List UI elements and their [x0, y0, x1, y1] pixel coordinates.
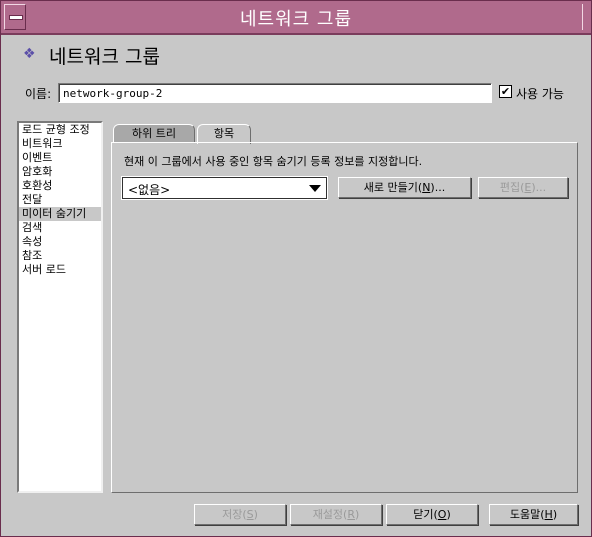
close-button-suffix: ) — [446, 508, 451, 521]
select-value: <없음> — [128, 183, 171, 197]
title-bar[interactable]: 네트워크 그룹 — [1, 1, 591, 35]
reset-button-label: 재설정( — [312, 508, 348, 521]
titlebar-edge — [582, 4, 583, 30]
list-item[interactable]: 호환성 — [19, 179, 101, 193]
list-item[interactable]: 이벤트 — [19, 151, 101, 165]
list-item[interactable]: 서버 로드 — [19, 263, 101, 277]
help-button[interactable]: 도움말(H) — [489, 504, 578, 525]
page-title: 네트워크 그룹 — [49, 46, 160, 68]
list-item[interactable]: 전달 — [19, 193, 101, 207]
panel-description: 현재 이 그룹에서 사용 중인 항목 숨기기 등록 정보를 지정합니다. — [124, 155, 423, 168]
close-button[interactable]: 닫기(O) — [386, 504, 478, 525]
close-button-label: 닫기( — [413, 508, 438, 521]
reset-button-mnemonic: R — [347, 508, 355, 521]
reset-button[interactable]: 재설정(R) — [290, 504, 382, 525]
new-button-label: 새로 만들기( — [363, 181, 423, 194]
save-button-suffix: ) — [253, 508, 258, 521]
tab-panel: 현재 이 그룹에서 사용 중인 항목 숨기기 등록 정보를 지정합니다. <없음… — [111, 142, 578, 493]
save-button-label: 저장( — [222, 508, 247, 521]
new-button-suffix: )... — [430, 181, 446, 194]
dialog-window: 네트워크 그룹 ❖ 네트워크 그룹 이름: ✔ 사용 가능 로드 균형 조정 비… — [0, 0, 592, 537]
list-item-selected[interactable]: 미이터 숨기기 — [19, 207, 101, 221]
list-item[interactable]: 참조 — [19, 249, 101, 263]
save-button[interactable]: 저장(S) — [194, 504, 286, 525]
list-item[interactable]: 비트워크 — [19, 137, 101, 151]
list-item[interactable]: 로드 균형 조정 — [19, 123, 101, 137]
name-input[interactable] — [58, 83, 492, 103]
window-title: 네트워크 그룹 — [239, 9, 353, 30]
new-button[interactable]: 새로 만들기(N)... — [338, 177, 471, 198]
help-button-label: 도움말( — [509, 508, 545, 521]
enabled-label[interactable]: 사용 가능 — [516, 85, 564, 102]
edit-button[interactable]: 편집(E)... — [478, 177, 568, 198]
help-button-suffix: ) — [552, 508, 558, 521]
edit-button-suffix: )... — [531, 181, 547, 194]
tab-subtree[interactable]: 하위 트리 — [113, 124, 195, 143]
reset-button-suffix: ) — [355, 508, 360, 521]
diamond-icon: ❖ — [23, 46, 36, 62]
help-button-mnemonic: H — [544, 508, 553, 521]
tab-items[interactable]: 항목 — [197, 124, 251, 144]
name-label: 이름: — [25, 87, 52, 101]
list-item[interactable]: 암호화 — [19, 165, 101, 179]
list-item[interactable]: 검색 — [19, 221, 101, 235]
edit-button-label: 편집( — [499, 181, 525, 194]
category-list[interactable]: 로드 균형 조정 비트워크 이벤트 암호화 호환성 전달 미이터 숨기기 검색 … — [17, 121, 103, 493]
save-button-mnemonic: S — [246, 508, 254, 521]
enabled-checkbox[interactable]: ✔ — [499, 85, 512, 98]
list-item[interactable]: 속성 — [19, 235, 101, 249]
hiding-select[interactable]: <없음> — [122, 177, 327, 199]
chevron-down-icon[interactable] — [309, 185, 321, 192]
